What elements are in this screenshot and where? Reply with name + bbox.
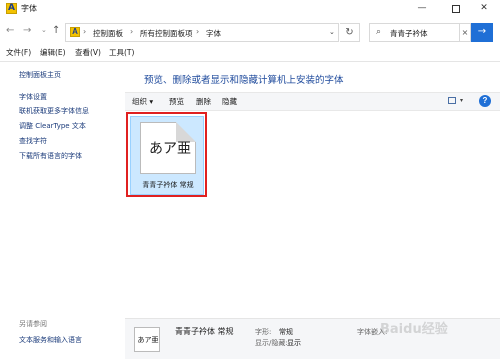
breadcrumb-all-items[interactable]: 所有控制面板项	[140, 28, 193, 39]
back-button[interactable]: ←	[6, 25, 14, 36]
search-icon: ⌕	[376, 27, 382, 37]
recent-locations-dropdown[interactable]: ⌄	[41, 26, 47, 34]
address-bar[interactable]: A › 控制面板 › 所有控制面板项 › 字体 ⌄	[65, 23, 339, 42]
see-also-heading: 另请参阅	[19, 320, 47, 328]
search-input[interactable]: 青青子衿体	[390, 28, 428, 39]
left-pane: 控制面板主页 字体设置 联机获取更多字体信息 调整 ClearType 文本 查…	[0, 62, 125, 359]
navigation-bar: ← → ⌄ ↑ A › 控制面板 › 所有控制面板项 › 字体 ⌄ ↻ ⌕ 青青…	[0, 18, 500, 46]
link-text-services[interactable]: 文本服务和输入语言	[19, 335, 82, 345]
menu-tools[interactable]: 工具(T)	[109, 47, 134, 58]
breadcrumb-control-panel[interactable]: 控制面板	[93, 28, 123, 39]
refresh-button[interactable]: ↻	[340, 23, 360, 42]
fonts-folder-icon: A	[70, 27, 80, 37]
link-find-character[interactable]: 查找字符	[19, 136, 47, 146]
preview-button[interactable]: 预览	[169, 96, 184, 107]
hide-button[interactable]: 隐藏	[222, 96, 237, 107]
link-get-more-fonts[interactable]: 联机获取更多字体信息	[19, 106, 89, 116]
link-font-settings[interactable]: 字体设置	[19, 92, 47, 102]
breadcrumb-separator-icon[interactable]: ›	[130, 27, 133, 36]
link-cleartype[interactable]: 调整 ClearType 文本	[19, 121, 86, 131]
close-button[interactable]: ✕	[468, 0, 500, 18]
forward-button[interactable]: →	[23, 25, 31, 36]
font-style-label: 字形:	[255, 328, 272, 336]
watermark: Baidu经验	[380, 322, 448, 337]
menu-bar: 文件(F) 编辑(E) 查看(V) 工具(T)	[0, 46, 500, 61]
details-font-name: 青青子衿体 常规	[175, 327, 234, 336]
clear-search-button[interactable]: ×	[460, 23, 471, 42]
menu-edit[interactable]: 编辑(E)	[40, 47, 66, 58]
command-bar: 组织 ▾ 预览 删除 隐藏 ▾ ?	[125, 92, 500, 111]
maximize-icon	[452, 5, 460, 13]
page-title: 预览、删除或者显示和隐藏计算机上安装的字体	[144, 75, 344, 86]
search-box[interactable]: ⌕ 青青子衿体	[369, 23, 460, 42]
fonts-folder-icon: A	[6, 3, 17, 14]
menu-view[interactable]: 查看(V)	[75, 47, 101, 58]
view-options-icon[interactable]	[448, 97, 456, 104]
search-go-button[interactable]: →	[471, 23, 493, 42]
menu-file[interactable]: 文件(F)	[6, 47, 31, 58]
title-bar: A 字体 — ✕	[0, 0, 500, 18]
breadcrumb-separator-icon[interactable]: ›	[83, 27, 86, 36]
breadcrumb-separator-icon[interactable]: ›	[196, 27, 199, 36]
window-title: 字体	[21, 4, 37, 13]
main-pane: 预览、删除或者显示和隐藏计算机上安装的字体 组织 ▾ 预览 删除 隐藏 ▾ ? …	[125, 62, 500, 318]
address-dropdown-icon[interactable]: ⌄	[329, 28, 335, 36]
visibility-value: 显示	[287, 339, 301, 347]
help-button[interactable]: ?	[479, 95, 491, 107]
organize-button[interactable]: 组织 ▾	[132, 96, 153, 107]
highlight-annotation	[126, 112, 207, 197]
breadcrumb-fonts[interactable]: 字体	[206, 28, 221, 39]
up-button[interactable]: ↑	[52, 25, 60, 36]
thumbnail-sample-text: あア亜	[137, 336, 159, 344]
link-download-fonts[interactable]: 下载所有语言的字体	[19, 151, 82, 161]
minimize-button[interactable]: —	[406, 0, 438, 18]
font-thumbnail: あア亜	[134, 327, 160, 352]
visibility-label: 显示/隐藏:	[255, 339, 288, 347]
view-options-dropdown[interactable]: ▾	[460, 97, 463, 104]
delete-button[interactable]: 删除	[196, 96, 211, 107]
font-style-value: 常规	[279, 328, 293, 336]
link-control-panel-home[interactable]: 控制面板主页	[19, 70, 61, 80]
